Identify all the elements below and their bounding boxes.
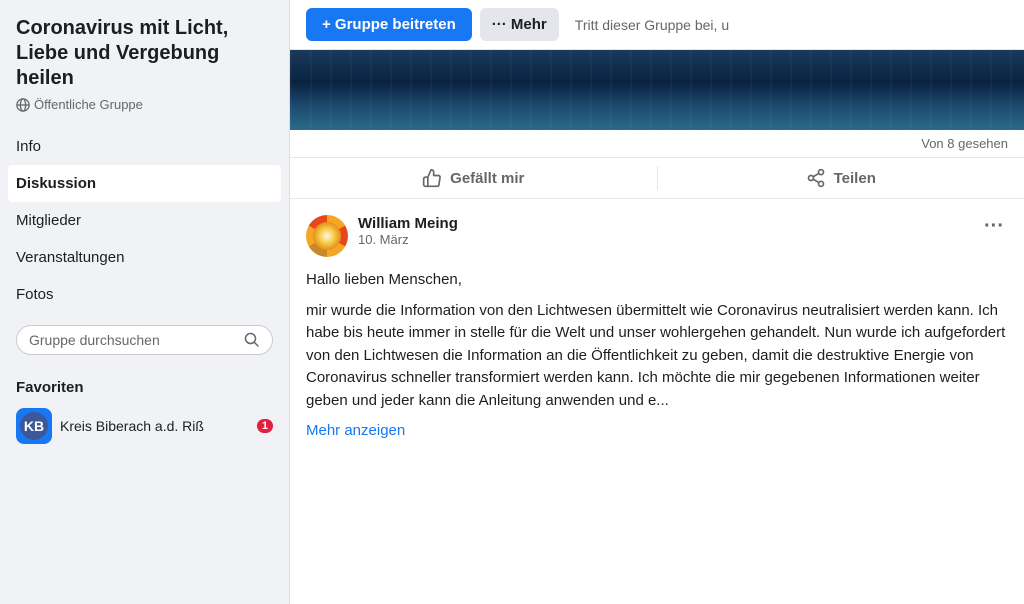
reaction-bar: Gefällt mir Teilen bbox=[290, 158, 1024, 199]
group-search[interactable] bbox=[16, 325, 273, 355]
favorites-avatar: KB bbox=[16, 408, 52, 444]
svg-text:KB: KB bbox=[24, 418, 44, 434]
search-icon bbox=[244, 332, 260, 348]
post-date: 10. März bbox=[358, 232, 970, 247]
seen-bar: Von 8 gesehen bbox=[290, 130, 1024, 158]
post-body: mir wurde die Information von den Lichtw… bbox=[306, 300, 1008, 413]
sidebar-item-mitglieder[interactable]: Mitglieder bbox=[0, 202, 289, 239]
globe-icon bbox=[16, 98, 30, 112]
sidebar: Coronavirus mit Licht, Liebe und Vergebu… bbox=[0, 0, 290, 604]
sidebar-item-fotos[interactable]: Fotos bbox=[0, 276, 289, 313]
favorites-item[interactable]: KB Kreis Biberach a.d. Riß 1 bbox=[0, 402, 289, 450]
like-button[interactable]: Gefällt mir bbox=[290, 158, 657, 198]
post-more-button[interactable]: ··· bbox=[980, 215, 1008, 238]
sidebar-item-veranstaltungen[interactable]: Veranstaltungen bbox=[0, 239, 289, 276]
share-icon bbox=[806, 168, 826, 188]
seen-count: Von 8 gesehen bbox=[921, 136, 1008, 151]
post-author-avatar bbox=[306, 215, 348, 257]
main-content: + Gruppe beitreten ··· Mehr Tritt dieser… bbox=[290, 0, 1024, 604]
share-button[interactable]: Teilen bbox=[658, 158, 1024, 198]
main-header: + Gruppe beitreten ··· Mehr Tritt dieser… bbox=[290, 0, 1024, 50]
join-hint: Tritt dieser Gruppe bei, u bbox=[567, 17, 1008, 33]
thumbs-up-icon bbox=[422, 168, 442, 188]
sidebar-item-info[interactable]: Info bbox=[0, 128, 289, 165]
more-link[interactable]: Mehr anzeigen bbox=[306, 422, 405, 439]
more-button[interactable]: ··· Mehr bbox=[480, 8, 559, 41]
group-title: Coronavirus mit Licht, Liebe und Vergebu… bbox=[0, 16, 289, 97]
favorites-badge: 1 bbox=[257, 419, 273, 433]
cover-image bbox=[290, 50, 1024, 130]
post-greeting: Hallo lieben Menschen, bbox=[306, 269, 1008, 292]
search-input[interactable] bbox=[29, 332, 236, 348]
post-meta: William Meing 10. März bbox=[358, 215, 970, 247]
favorites-name: Kreis Biberach a.d. Riß bbox=[60, 418, 249, 434]
favorites-label: Favoriten bbox=[0, 367, 289, 402]
post-text: Hallo lieben Menschen, mir wurde die Inf… bbox=[306, 269, 1008, 443]
sidebar-item-diskussion[interactable]: Diskussion bbox=[8, 165, 281, 202]
post-header: William Meing 10. März ··· bbox=[306, 215, 1008, 257]
group-type: Öffentliche Gruppe bbox=[0, 97, 289, 128]
post-author-name: William Meing bbox=[358, 215, 970, 232]
join-button[interactable]: + Gruppe beitreten bbox=[306, 8, 472, 41]
post-area: William Meing 10. März ··· Hallo lieben … bbox=[290, 199, 1024, 604]
sidebar-nav: Info Diskussion Mitglieder Veranstaltung… bbox=[0, 128, 289, 313]
